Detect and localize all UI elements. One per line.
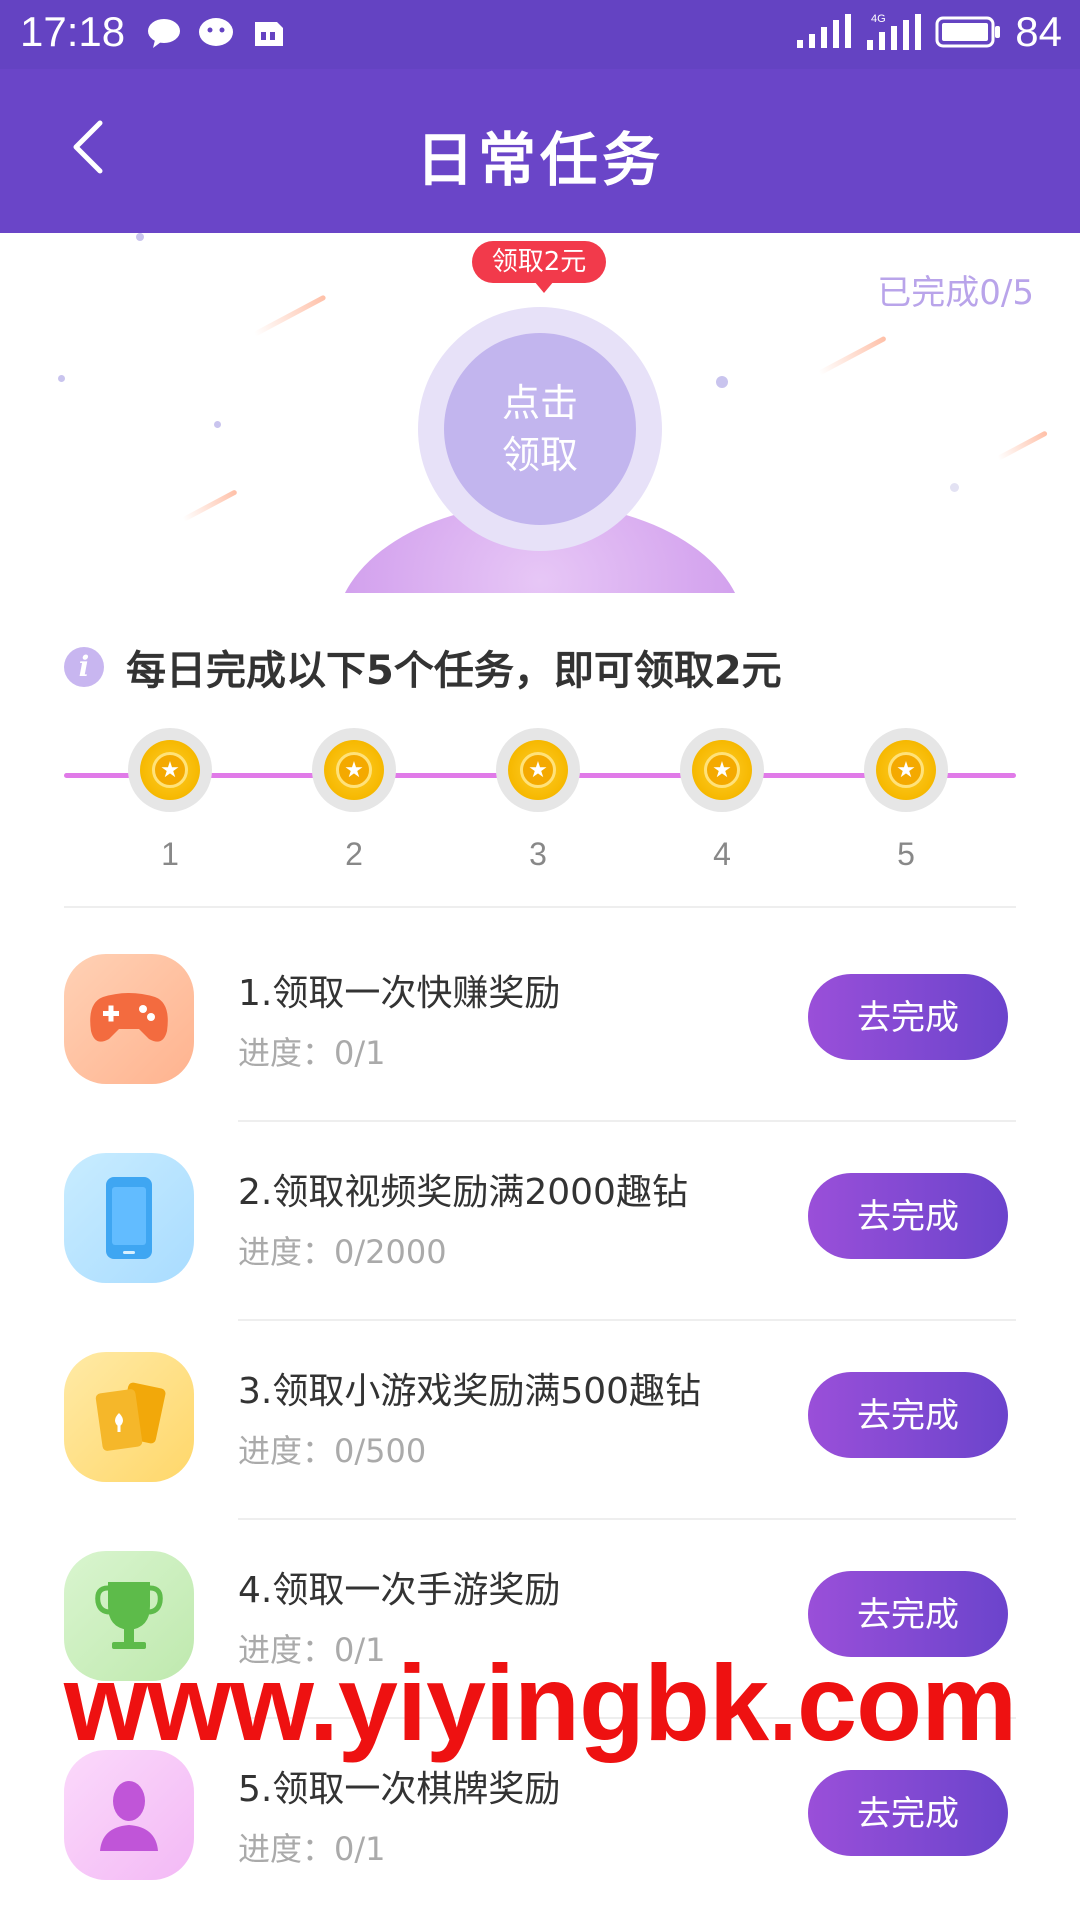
battery-level: 84 bbox=[1015, 8, 1062, 55]
task-progress: 进度：0/500 bbox=[238, 1432, 427, 1470]
notification-icons bbox=[145, 14, 287, 52]
app-header: 日常任务 bbox=[0, 69, 1080, 233]
signal-icon bbox=[797, 14, 852, 48]
coin-icon: ★ bbox=[692, 740, 752, 800]
task-name: 4.领取一次手游奖励 bbox=[238, 1570, 561, 1611]
chat-bubble-icon bbox=[148, 19, 180, 48]
progress-node: ★ bbox=[312, 728, 396, 812]
go-complete-button[interactable]: 去完成 bbox=[808, 974, 1008, 1060]
progress-step-label: 3 bbox=[529, 836, 547, 872]
section-divider bbox=[64, 906, 1016, 908]
claim-label-line2: 领取 bbox=[501, 433, 578, 477]
task-row: 3.领取小游戏奖励满500趣钻 进度：0/500 去完成 bbox=[0, 1312, 1080, 1510]
go-complete-button[interactable]: 去完成 bbox=[808, 1372, 1008, 1458]
coin-icon: ★ bbox=[508, 740, 568, 800]
task-info-text: 每日完成以下5个任务，即可领取2元 bbox=[126, 648, 782, 694]
star-icon: ★ bbox=[336, 752, 372, 788]
decor-streak bbox=[182, 489, 238, 522]
cards-icon bbox=[64, 1352, 194, 1482]
info-icon: i bbox=[64, 647, 104, 687]
task-name: 5.领取一次棋牌奖励 bbox=[238, 1769, 561, 1810]
star-icon: ★ bbox=[704, 752, 740, 788]
decor-dot bbox=[716, 376, 728, 388]
coin-icon: ★ bbox=[140, 740, 200, 800]
completed-count: 已完成0/5 bbox=[877, 273, 1034, 313]
reward-hero: 点击 领取 领取2元 已完成0/5 bbox=[0, 233, 1080, 593]
task-row: 2.领取视频奖励满2000趣钻 进度：0/2000 去完成 bbox=[0, 1113, 1080, 1311]
go-complete-button[interactable]: 去完成 bbox=[808, 1770, 1008, 1856]
status-bar: 17:18 4G 84 bbox=[0, 0, 1080, 69]
star-icon: ★ bbox=[152, 752, 188, 788]
coin-icon: ★ bbox=[876, 740, 936, 800]
signal-4g-icon: 4G bbox=[867, 13, 922, 50]
decor-streak bbox=[997, 430, 1048, 461]
battery-icon bbox=[935, 16, 1001, 48]
decor-streak bbox=[253, 294, 327, 337]
progress-node: ★ bbox=[680, 728, 764, 812]
coin-icon: ★ bbox=[324, 740, 384, 800]
progress-step-label: 1 bbox=[161, 836, 179, 872]
progress-step-label: 4 bbox=[713, 836, 731, 872]
progress-step-label: 5 bbox=[897, 836, 915, 872]
network-type-label: 4G bbox=[871, 13, 886, 25]
status-right: 4G 84 bbox=[795, 8, 1062, 56]
claim-label-line1: 点击 bbox=[501, 381, 578, 425]
wechat-icon bbox=[199, 18, 233, 46]
reward-badge-tail bbox=[534, 281, 554, 293]
progress-tracker: ★ ★ ★ ★ ★ 1 2 3 4 5 bbox=[64, 728, 1016, 872]
decor-dot bbox=[214, 421, 221, 428]
decor-dot bbox=[58, 375, 65, 382]
task-row: 1.领取一次快赚奖励 进度：0/1 去完成 bbox=[0, 914, 1080, 1112]
progress-node: ★ bbox=[128, 728, 212, 812]
decor-dot bbox=[950, 483, 959, 492]
go-complete-button[interactable]: 去完成 bbox=[808, 1173, 1008, 1259]
decor-streak bbox=[818, 335, 887, 376]
status-time: 17:18 bbox=[20, 8, 126, 55]
task-progress: 进度：0/1 bbox=[238, 1830, 386, 1868]
task-name: 1.领取一次快赚奖励 bbox=[238, 973, 561, 1014]
progress-step-label: 2 bbox=[345, 836, 363, 872]
decor-dot bbox=[136, 233, 144, 241]
person-icon bbox=[64, 1750, 194, 1880]
progress-node: ★ bbox=[496, 728, 580, 812]
progress-node: ★ bbox=[864, 728, 948, 812]
star-icon: ★ bbox=[520, 752, 556, 788]
task-progress: 进度：0/2000 bbox=[238, 1233, 447, 1271]
gamepad-icon bbox=[64, 954, 194, 1084]
task-progress: 进度：0/1 bbox=[238, 1034, 386, 1072]
reward-badge: 领取2元 bbox=[472, 241, 606, 283]
task-name: 2.领取视频奖励满2000趣钻 bbox=[238, 1172, 688, 1213]
sim-card-icon bbox=[255, 22, 283, 46]
task-info: i 每日完成以下5个任务，即可领取2元 bbox=[64, 638, 782, 696]
watermark-text: www.yiyingbk.com bbox=[63, 1642, 1017, 1763]
task-name: 3.领取小游戏奖励满500趣钻 bbox=[238, 1371, 702, 1412]
page-title: 日常任务 bbox=[415, 126, 664, 194]
star-icon: ★ bbox=[888, 752, 924, 788]
claim-button[interactable]: 点击 领取 bbox=[444, 333, 636, 525]
phone-icon bbox=[64, 1153, 194, 1283]
